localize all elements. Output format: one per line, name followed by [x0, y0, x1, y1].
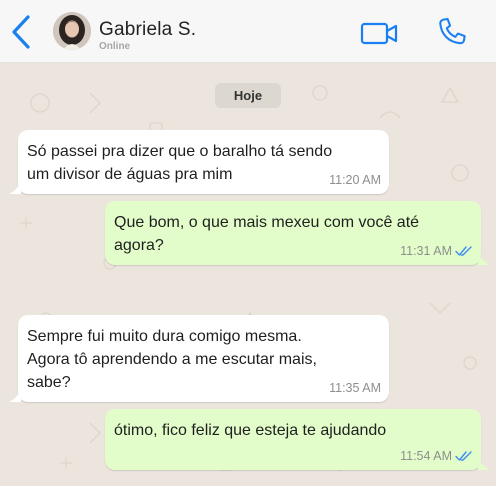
message-time: 11:35 AM	[329, 381, 381, 395]
message-time: 11:20 AM	[329, 173, 381, 187]
bubble-tail	[478, 458, 490, 470]
double-check-icon	[455, 451, 472, 461]
video-camera-icon	[360, 22, 398, 45]
message-area[interactable]: Hoje Só passei pra dizer que o baralho t…	[0, 63, 496, 486]
contact-name[interactable]: Gabriela S.	[99, 19, 196, 41]
message-time: 11:54 AM	[400, 449, 452, 463]
message-text: ótimo, fico feliz que esteja te ajudando	[114, 422, 387, 439]
message-text: Só passei pra dizer que o baralho tá sen…	[27, 143, 333, 183]
video-call-button[interactable]	[358, 18, 402, 48]
chat-header: Gabriela S. Online	[0, 0, 496, 63]
chat-screen: Gabriela S. Online Hoje Só passei pra di…	[0, 0, 496, 486]
message-text: Que bom, o que mais mexeu com você até a…	[114, 214, 420, 254]
bubble-tail	[9, 182, 21, 194]
bubble-tail	[478, 253, 490, 265]
message-incoming[interactable]: Só passei pra dizer que o baralho tá sen…	[9, 130, 389, 194]
bubble-tail	[9, 390, 21, 402]
message-outgoing[interactable]: Que bom, o que mais mexeu com você até a…	[105, 201, 490, 265]
double-check-icon	[455, 246, 472, 256]
message-incoming[interactable]: Sempre fui muito dura comigo mesma. Agor…	[9, 315, 389, 402]
phone-icon	[439, 17, 466, 45]
contact-photo	[53, 12, 91, 50]
message-outgoing[interactable]: ótimo, fico feliz que esteja te ajudando…	[105, 409, 490, 470]
message-time: 11:31 AM	[400, 244, 452, 258]
voice-call-button[interactable]	[432, 12, 472, 50]
back-button[interactable]	[8, 14, 38, 50]
contact-status: Online	[99, 41, 131, 52]
avatar[interactable]	[53, 12, 91, 50]
chevron-left-icon	[12, 15, 30, 49]
message-text: Sempre fui muito dura comigo mesma. Agor…	[27, 328, 317, 391]
date-separator: Hoje	[215, 83, 281, 108]
